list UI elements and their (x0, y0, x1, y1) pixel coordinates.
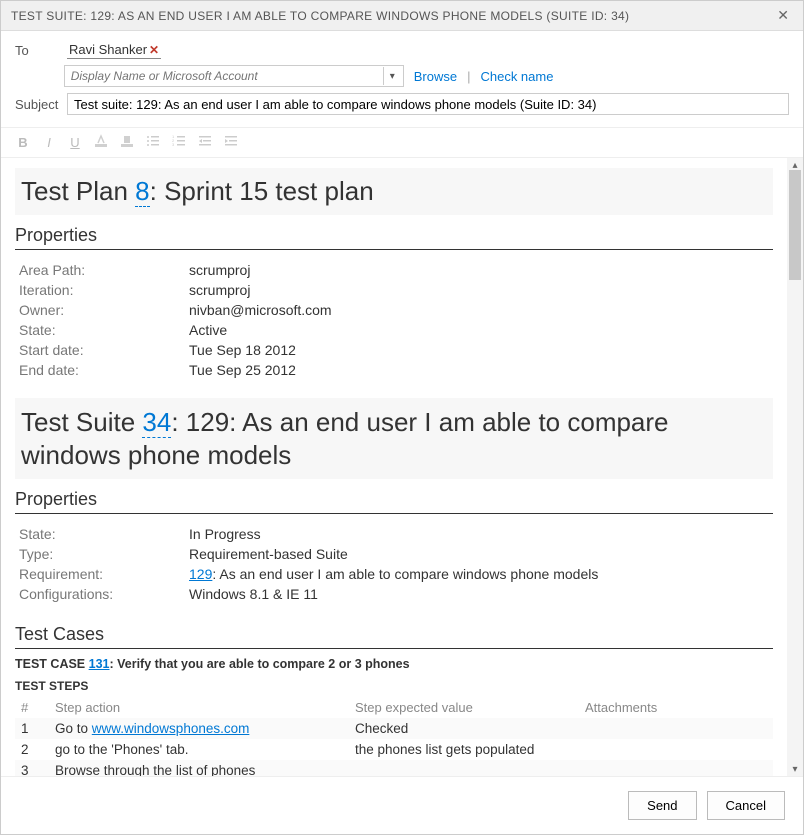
start-date-value: Tue Sep 18 2012 (189, 342, 769, 358)
remove-recipient-icon[interactable]: ✕ (149, 43, 159, 57)
test-suite-title: Test Suite 34: 129: As an end user I am … (15, 398, 773, 479)
highlight-icon[interactable] (119, 134, 135, 151)
area-path-label: Area Path: (19, 262, 189, 278)
owner-label: Owner: (19, 302, 189, 318)
subject-input[interactable] (67, 93, 789, 115)
configurations-value: Windows 8.1 & IE 11 (189, 586, 769, 602)
suite-properties-heading: Properties (15, 489, 773, 514)
cancel-button[interactable]: Cancel (707, 791, 785, 820)
window-title: TEST SUITE: 129: AS AN END USER I AM ABL… (11, 9, 629, 23)
step-action: go to the 'Phones' tab. (49, 739, 349, 760)
iteration-value: scrumproj (189, 282, 769, 298)
plan-properties: Area Path: scrumproj Iteration: scrumpro… (15, 258, 773, 392)
start-date-label: Start date: (19, 342, 189, 358)
test-suite-link[interactable]: 34 (142, 407, 171, 438)
col-expected: Step expected value (349, 697, 579, 718)
suite-properties: State: In Progress Type: Requirement-bas… (15, 522, 773, 616)
identity-input[interactable] (71, 69, 383, 83)
plan-properties-heading: Properties (15, 225, 773, 250)
plan-state-label: State: (19, 322, 189, 338)
underline-button[interactable]: U (67, 135, 83, 150)
dialog-footer: Send Cancel (1, 776, 803, 834)
step-expected (349, 760, 579, 776)
suite-type-label: Type: (19, 546, 189, 562)
close-icon[interactable]: ✕ (773, 7, 793, 24)
step-link[interactable]: www.windowsphones.com (92, 721, 250, 736)
email-test-suite-dialog: TEST SUITE: 129: AS AN END USER I AM ABL… (0, 0, 804, 835)
area-path-value: scrumproj (189, 262, 769, 278)
end-date-label: End date: (19, 362, 189, 378)
numbered-list-icon[interactable]: 123 (171, 134, 187, 151)
titlebar: TEST SUITE: 129: AS AN END USER I AM ABL… (1, 1, 803, 31)
step-attachment (579, 739, 773, 760)
configurations-label: Configurations: (19, 586, 189, 602)
test-steps-heading: TEST STEPS (15, 679, 773, 693)
iteration-label: Iteration: (19, 282, 189, 298)
outdent-icon[interactable] (197, 134, 213, 151)
test-plan-link[interactable]: 8 (135, 176, 149, 207)
browse-link[interactable]: Browse (414, 69, 457, 84)
bold-button[interactable]: B (15, 135, 31, 150)
step-num: 1 (15, 718, 49, 739)
check-name-link[interactable]: Check name (480, 69, 553, 84)
suite-state-label: State: (19, 526, 189, 542)
body-content[interactable]: Test Plan 8: Sprint 15 test plan Propert… (1, 158, 787, 776)
plan-state-value: Active (189, 322, 769, 338)
test-cases-heading: Test Cases (15, 624, 773, 649)
font-color-icon[interactable] (93, 134, 109, 151)
link-separator: | (467, 69, 470, 84)
step-num: 2 (15, 739, 49, 760)
col-attachments: Attachments (579, 697, 773, 718)
bullet-list-icon[interactable] (145, 134, 161, 151)
step-num: 3 (15, 760, 49, 776)
suite-type-value: Requirement-based Suite (189, 546, 769, 562)
step-action: Browse through the list of phones (49, 760, 349, 776)
recipient-name: Ravi Shanker (69, 42, 147, 57)
requirement-label: Requirement: (19, 566, 189, 582)
owner-value: nivban@microsoft.com (189, 302, 769, 318)
send-button[interactable]: Send (628, 791, 696, 820)
step-action: Go to www.windowsphones.com (49, 718, 349, 739)
header-fields: To Ravi Shanker ✕ ▾ Browse | Check name … (1, 31, 803, 128)
table-row: 3Browse through the list of phones (15, 760, 773, 776)
subject-label: Subject (15, 97, 67, 112)
table-row: 1Go to www.windowsphones.comChecked (15, 718, 773, 739)
svg-text:3: 3 (172, 142, 175, 147)
step-attachment (579, 760, 773, 776)
test-steps-table: # Step action Step expected value Attach… (15, 697, 773, 776)
chevron-down-icon[interactable]: ▾ (383, 67, 401, 85)
scrollbar[interactable]: ▴ ▾ (787, 158, 803, 776)
identity-picker[interactable]: ▾ (64, 65, 404, 87)
col-action: Step action (49, 697, 349, 718)
rich-text-toolbar: B I U 123 (1, 128, 803, 158)
recipient-chip[interactable]: Ravi Shanker ✕ (67, 41, 161, 59)
indent-icon[interactable] (223, 134, 239, 151)
test-plan-title: Test Plan 8: Sprint 15 test plan (15, 168, 773, 215)
to-label: To (15, 43, 67, 58)
table-row: 2go to the 'Phones' tab.the phones list … (15, 739, 773, 760)
requirement-value: 129: As an end user I am able to compare… (189, 566, 769, 582)
scrollbar-thumb[interactable] (789, 170, 801, 280)
step-attachment (579, 718, 773, 739)
col-num: # (15, 697, 49, 718)
suite-state-value: In Progress (189, 526, 769, 542)
requirement-link[interactable]: 129 (189, 566, 212, 582)
test-case-header: TEST CASE 131: Verify that you are able … (15, 657, 773, 671)
end-date-value: Tue Sep 25 2012 (189, 362, 769, 378)
step-expected: Checked (349, 718, 579, 739)
italic-button[interactable]: I (41, 135, 57, 150)
scroll-down-icon[interactable]: ▾ (787, 762, 803, 776)
test-case-link[interactable]: 131 (89, 657, 110, 671)
body-area: Test Plan 8: Sprint 15 test plan Propert… (1, 158, 803, 776)
step-expected: the phones list gets populated (349, 739, 579, 760)
